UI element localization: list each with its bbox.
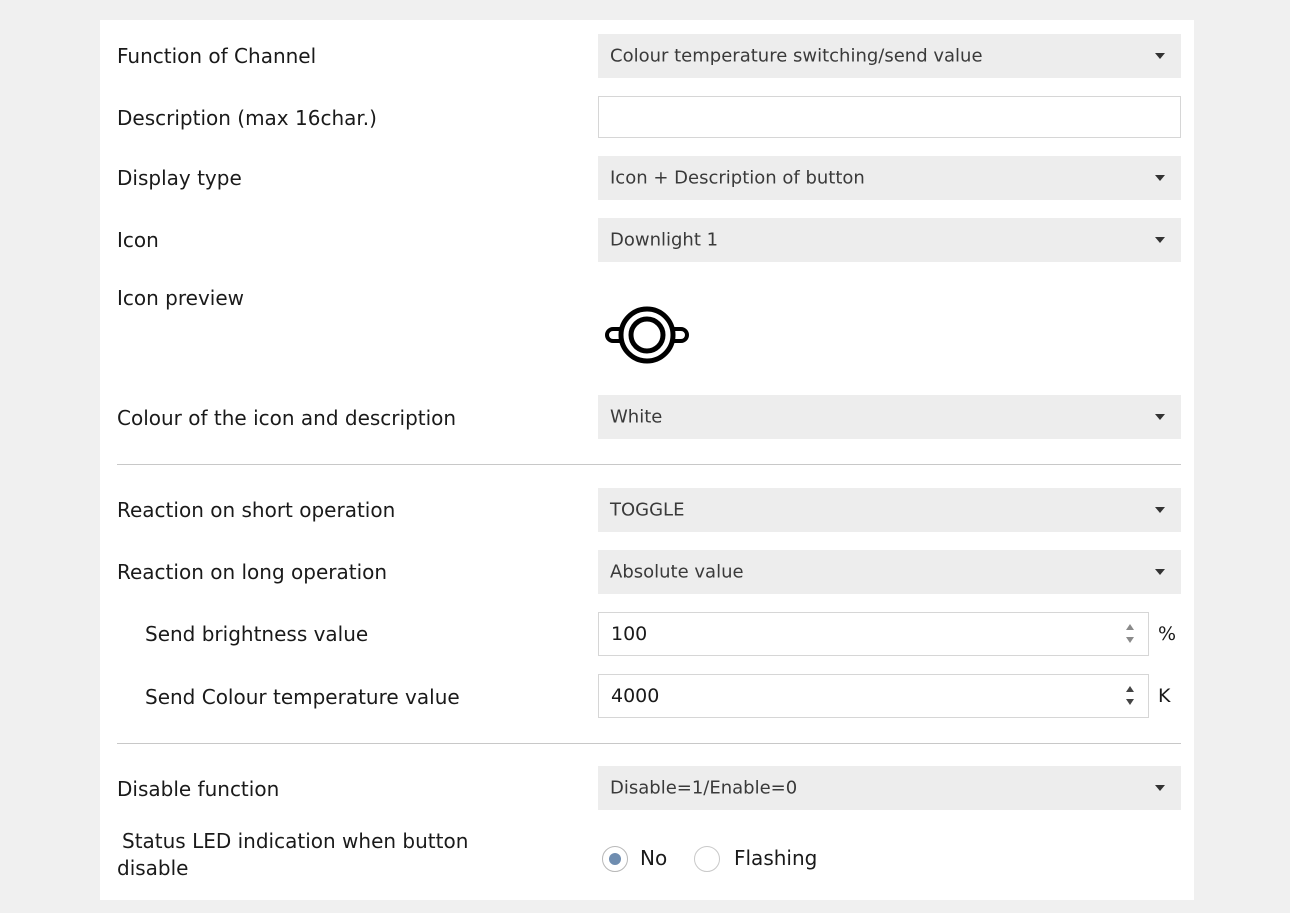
colour-temperature-value: 4000 <box>611 685 660 707</box>
status-led-label-line1: Status LED indication when button <box>122 829 469 853</box>
disable-function-dropdown[interactable]: Disable=1/Enable=0 <box>598 766 1181 810</box>
parameter-panel: Function of Channel Colour temperature s… <box>100 20 1194 900</box>
short-operation-label: Reaction on short operation <box>117 498 396 522</box>
icon-value: Downlight 1 <box>610 229 719 251</box>
icon-preview-label: Icon preview <box>117 286 245 310</box>
brightness-spinbox[interactable]: 100 <box>598 612 1149 656</box>
chevron-down-icon <box>1155 785 1165 791</box>
colour-of-icon-value: White <box>610 406 663 428</box>
downlight-icon <box>605 306 689 364</box>
display-type-value: Icon + Description of button <box>610 167 865 189</box>
chevron-down-icon <box>1155 237 1165 243</box>
radio-no[interactable] <box>602 846 628 872</box>
display-type-label: Display type <box>117 166 242 190</box>
chevron-down-icon <box>1155 175 1165 181</box>
spin-up-icon[interactable] <box>1126 624 1134 630</box>
colour-temperature-spinbox[interactable]: 4000 <box>598 674 1149 718</box>
function-of-channel-dropdown[interactable]: Colour temperature switching/send value <box>598 34 1181 78</box>
function-of-channel-value: Colour temperature switching/send value <box>610 45 983 67</box>
short-operation-dropdown[interactable]: TOGGLE <box>598 488 1181 532</box>
icon-label: Icon <box>117 228 159 252</box>
chevron-down-icon <box>1155 53 1165 59</box>
chevron-down-icon <box>1155 414 1165 420</box>
disable-function-value: Disable=1/Enable=0 <box>610 777 798 799</box>
long-operation-value: Absolute value <box>610 561 744 583</box>
brightness-unit: % <box>1158 623 1177 645</box>
colour-temperature-label: Send Colour temperature value <box>145 685 460 709</box>
display-type-dropdown[interactable]: Icon + Description of button <box>598 156 1181 200</box>
colour-temperature-unit: K <box>1158 685 1171 707</box>
section-divider <box>117 464 1181 465</box>
brightness-value: 100 <box>611 623 648 645</box>
disable-function-label: Disable function <box>117 777 280 801</box>
radio-selected-dot <box>609 853 621 865</box>
spin-down-icon[interactable] <box>1126 637 1134 643</box>
colour-of-icon-dropdown[interactable]: White <box>598 395 1181 439</box>
long-operation-label: Reaction on long operation <box>117 560 388 584</box>
radio-flashing-label[interactable]: Flashing <box>734 846 817 870</box>
chevron-down-icon <box>1155 507 1165 513</box>
spin-down-icon[interactable] <box>1126 699 1134 705</box>
colour-of-icon-label: Colour of the icon and description <box>117 406 457 430</box>
spin-up-icon[interactable] <box>1126 686 1134 692</box>
brightness-label: Send brightness value <box>145 622 369 646</box>
description-label: Description (max 16char.) <box>117 106 377 130</box>
long-operation-dropdown[interactable]: Absolute value <box>598 550 1181 594</box>
status-led-label-line2: disable <box>117 856 189 880</box>
section-divider <box>117 743 1181 744</box>
radio-flashing[interactable] <box>694 846 720 872</box>
description-input[interactable] <box>598 96 1181 138</box>
function-of-channel-label: Function of Channel <box>117 44 317 68</box>
icon-dropdown[interactable]: Downlight 1 <box>598 218 1181 262</box>
radio-no-label[interactable]: No <box>640 846 667 870</box>
chevron-down-icon <box>1155 569 1165 575</box>
short-operation-value: TOGGLE <box>610 499 685 521</box>
